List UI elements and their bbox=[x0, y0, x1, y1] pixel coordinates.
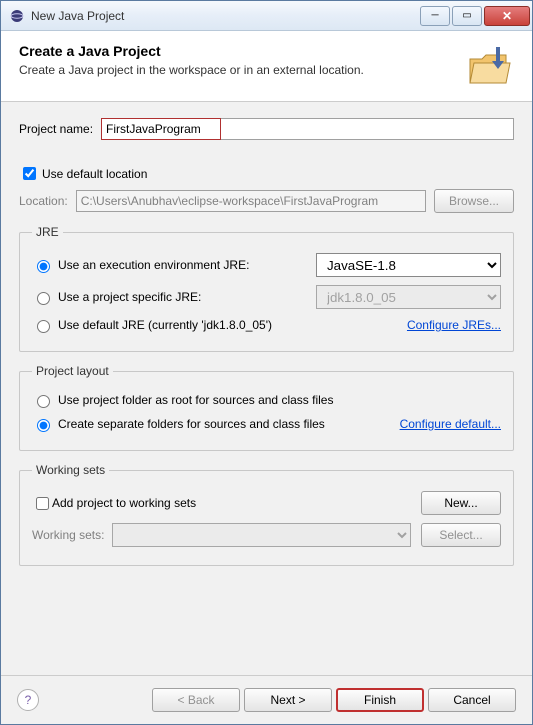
layout-root-label: Use project folder as root for sources a… bbox=[58, 393, 333, 407]
layout-separate-radio[interactable] bbox=[37, 419, 50, 432]
browse-button: Browse... bbox=[434, 189, 514, 213]
dialog-window: New Java Project ─ ▭ ✕ Create a Java Pro… bbox=[0, 0, 533, 725]
close-button[interactable]: ✕ bbox=[484, 6, 530, 26]
working-sets-select-button: Select... bbox=[421, 523, 501, 547]
layout-separate-label: Create separate folders for sources and … bbox=[58, 417, 400, 431]
project-name-input[interactable] bbox=[101, 118, 221, 140]
jre-exec-env-row: Use an execution environment JRE: JavaSE… bbox=[32, 253, 501, 277]
jre-default-radio[interactable] bbox=[37, 320, 50, 333]
working-sets-legend: Working sets bbox=[32, 463, 109, 477]
dialog-header: Create a Java Project Create a Java proj… bbox=[1, 31, 532, 102]
working-sets-select-row: Working sets: Select... bbox=[32, 523, 501, 547]
working-sets-label: Working sets: bbox=[32, 528, 104, 542]
jre-exec-env-select[interactable]: JavaSE-1.8 bbox=[316, 253, 501, 277]
project-name-label: Project name: bbox=[19, 122, 93, 136]
working-sets-group: Working sets Add project to working sets… bbox=[19, 463, 514, 566]
project-layout-group: Project layout Use project folder as roo… bbox=[19, 364, 514, 451]
layout-separate-row: Create separate folders for sources and … bbox=[32, 416, 501, 432]
location-label: Location: bbox=[19, 194, 68, 208]
page-subtitle: Create a Java project in the workspace o… bbox=[19, 63, 466, 77]
jre-exec-env-label: Use an execution environment JRE: bbox=[58, 258, 316, 272]
dialog-footer: ? < Back Next > Finish Cancel bbox=[1, 675, 532, 724]
window-controls: ─ ▭ ✕ bbox=[420, 6, 532, 26]
finish-button[interactable]: Finish bbox=[336, 688, 424, 712]
use-default-location-checkbox[interactable] bbox=[23, 167, 36, 180]
configure-jres-link[interactable]: Configure JREs... bbox=[407, 318, 501, 332]
jre-project-specific-row: Use a project specific JRE: jdk1.8.0_05 bbox=[32, 285, 501, 309]
add-to-working-sets-checkbox[interactable] bbox=[36, 497, 49, 510]
next-button[interactable]: Next > bbox=[244, 688, 332, 712]
configure-default-link[interactable]: Configure default... bbox=[400, 417, 501, 431]
location-input bbox=[76, 190, 426, 212]
jre-project-specific-label: Use a project specific JRE: bbox=[58, 290, 316, 304]
back-button: < Back bbox=[152, 688, 240, 712]
jre-group: JRE Use an execution environment JRE: Ja… bbox=[19, 225, 514, 352]
minimize-button[interactable]: ─ bbox=[420, 6, 450, 26]
dialog-body: Project name: Use default location Locat… bbox=[1, 102, 532, 675]
layout-root-radio[interactable] bbox=[37, 395, 50, 408]
add-to-working-sets-label: Add project to working sets bbox=[52, 496, 421, 510]
use-default-location-label: Use default location bbox=[42, 167, 147, 181]
titlebar[interactable]: New Java Project ─ ▭ ✕ bbox=[1, 1, 532, 31]
cancel-button[interactable]: Cancel bbox=[428, 688, 516, 712]
layout-root-row: Use project folder as root for sources a… bbox=[32, 392, 501, 408]
maximize-button[interactable]: ▭ bbox=[452, 6, 482, 26]
eclipse-icon bbox=[9, 8, 25, 24]
jre-exec-env-radio[interactable] bbox=[37, 260, 50, 273]
jre-default-row: Use default JRE (currently 'jdk1.8.0_05'… bbox=[32, 317, 501, 333]
window-title: New Java Project bbox=[31, 9, 420, 23]
folder-wizard-icon bbox=[466, 43, 514, 91]
jre-project-specific-select: jdk1.8.0_05 bbox=[316, 285, 501, 309]
jre-project-specific-radio[interactable] bbox=[37, 292, 50, 305]
jre-legend: JRE bbox=[32, 225, 63, 239]
jre-default-label: Use default JRE (currently 'jdk1.8.0_05'… bbox=[58, 318, 407, 332]
location-row: Location: Browse... bbox=[19, 189, 514, 213]
project-name-field-extension[interactable] bbox=[221, 118, 514, 140]
page-title: Create a Java Project bbox=[19, 43, 466, 59]
working-sets-add-row: Add project to working sets New... bbox=[32, 491, 501, 515]
project-layout-legend: Project layout bbox=[32, 364, 113, 378]
working-sets-select bbox=[112, 523, 411, 547]
project-name-row: Project name: bbox=[19, 118, 514, 140]
working-sets-new-button[interactable]: New... bbox=[421, 491, 501, 515]
use-default-location-row: Use default location bbox=[19, 164, 514, 183]
help-button[interactable]: ? bbox=[17, 689, 39, 711]
